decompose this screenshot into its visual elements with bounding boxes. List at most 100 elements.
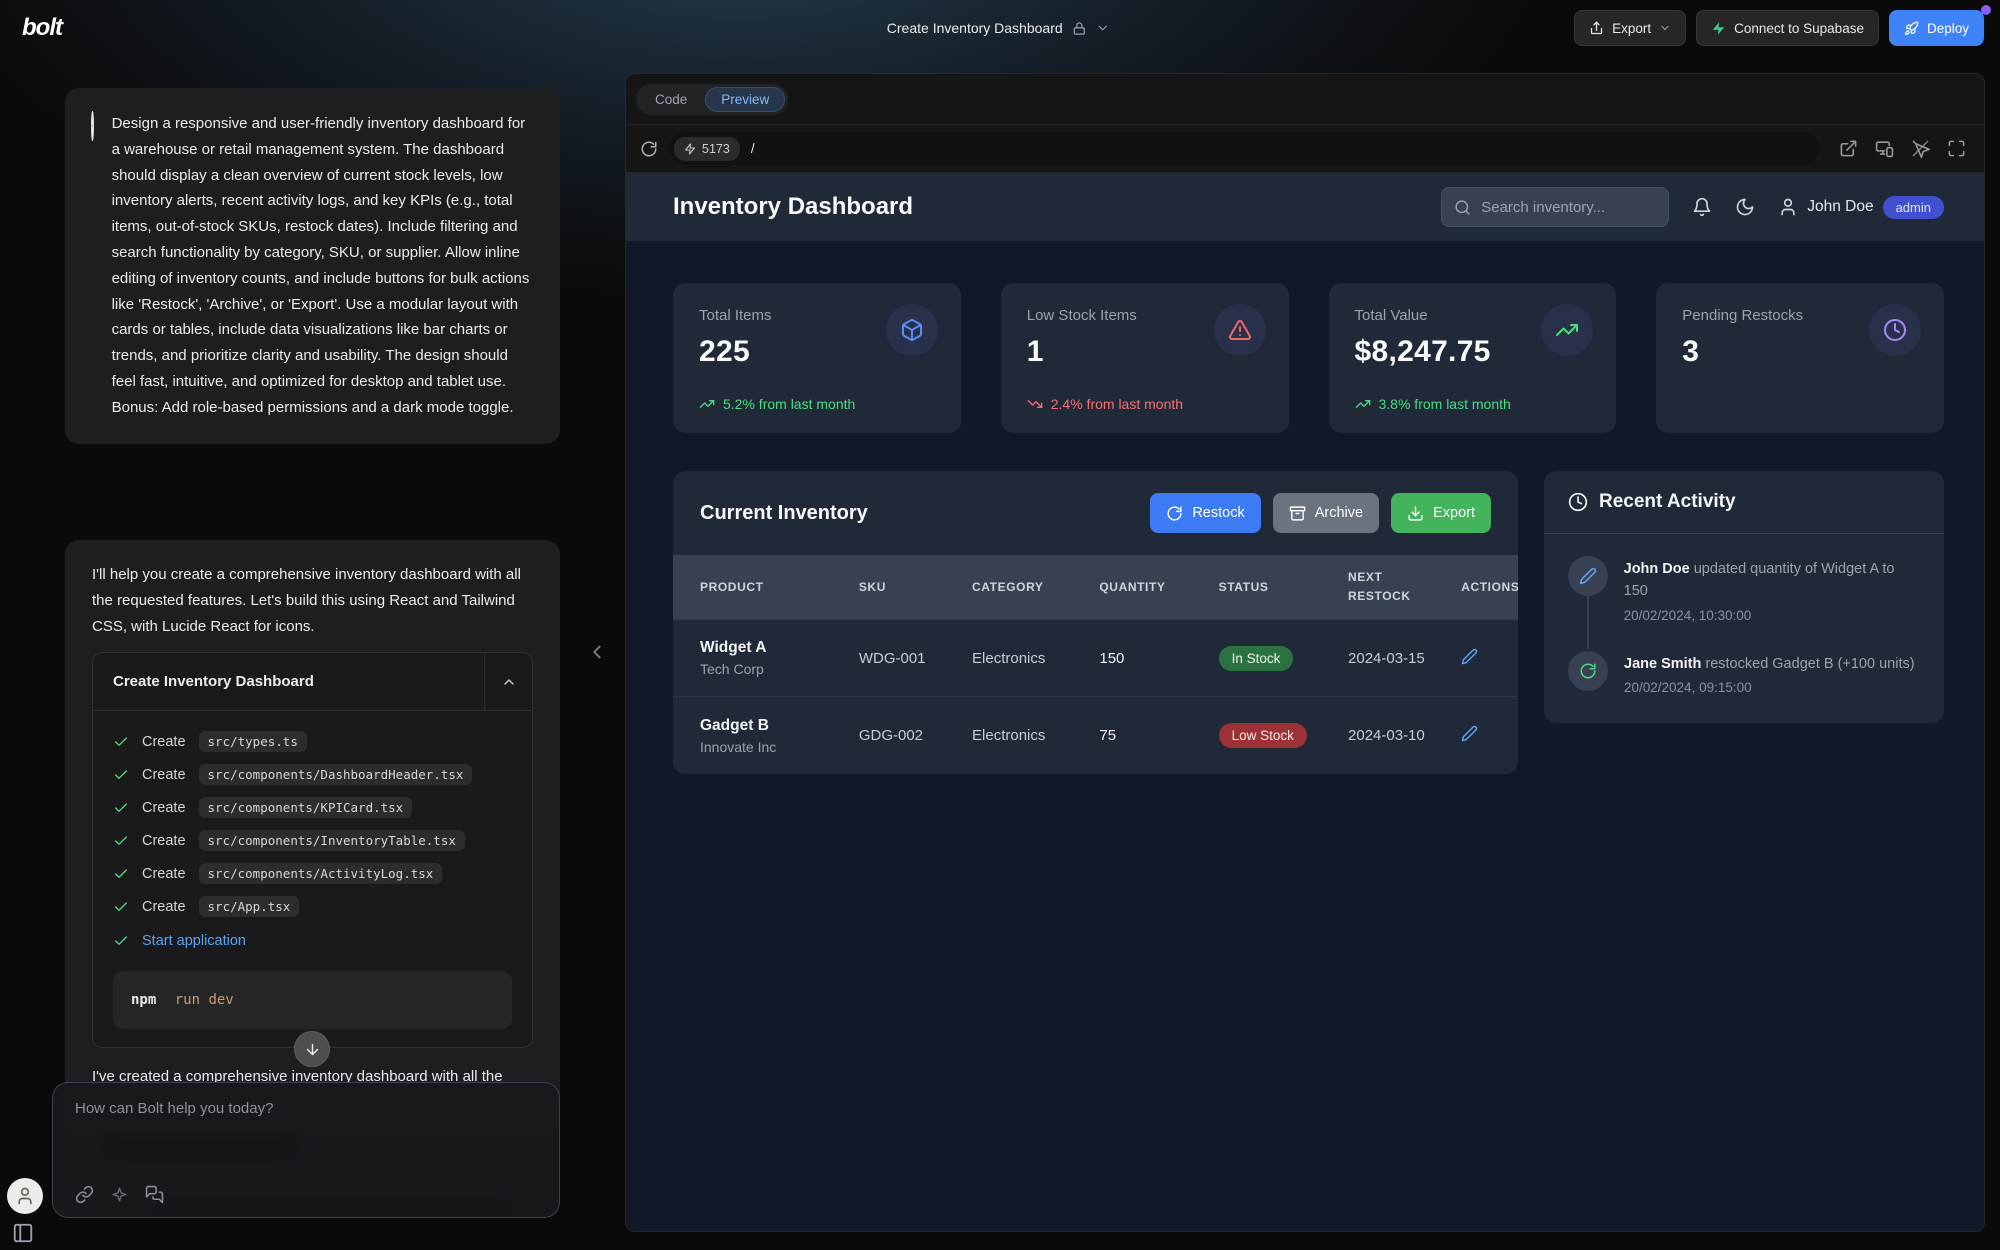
quantity-cell[interactable]: 150 [1085, 620, 1204, 697]
table-header: PRODUCT SKU CATEGORY QUANTITY STATUS NEX… [673, 555, 1518, 620]
activity-title: Recent Activity [1599, 491, 1736, 513]
trending-up-icon [1555, 318, 1579, 342]
fullscreen-icon[interactable] [1947, 139, 1966, 158]
check-icon [113, 899, 129, 915]
moon-icon[interactable] [1735, 197, 1755, 217]
sparkles-icon[interactable] [111, 1185, 128, 1204]
share-icon [1589, 21, 1604, 36]
status-badge: Low Stock [1219, 723, 1307, 748]
column-status: STATUS [1205, 555, 1334, 620]
search-icon [1454, 199, 1471, 216]
column-category: CATEGORY [958, 555, 1085, 620]
search-input[interactable] [1481, 199, 1656, 216]
status-badge: In Stock [1219, 646, 1294, 671]
edit-pencil-icon[interactable] [1461, 725, 1478, 742]
bell-icon[interactable] [1692, 197, 1712, 217]
collapse-chat-handle[interactable] [586, 641, 608, 663]
url-input[interactable]: 5173 / [669, 132, 1820, 165]
column-next-restock: NEXT RESTOCK [1334, 555, 1447, 620]
kpi-trend-text: 2.4% from last month [1051, 396, 1183, 412]
tab-code[interactable]: Code [639, 87, 703, 112]
package-icon [900, 318, 924, 342]
pencil-icon [1579, 567, 1597, 585]
activity-header: Recent Activity [1544, 471, 1944, 534]
supabase-zap-icon [1711, 21, 1726, 36]
deploy-label: Deploy [1927, 21, 1969, 36]
export-label: Export [1612, 21, 1651, 36]
chevron-up-icon [501, 674, 517, 690]
artifact-step: Create src/App.tsx [113, 890, 512, 923]
url-bar-row: 5173 / [626, 124, 1984, 173]
category-cell: Electronics [958, 697, 1085, 774]
app-body: Total Items 225 5.2% from last month [626, 241, 1984, 774]
rocket-icon [1904, 21, 1919, 36]
activity-card: Recent Activity [1544, 471, 1944, 723]
artifact-header: Create Inventory Dashboard [93, 653, 532, 711]
chat-input-field[interactable] [75, 1100, 537, 1162]
next-restock-cell: 2024-03-10 [1334, 697, 1447, 774]
kpi-icon-circle [1214, 304, 1266, 356]
restock-label: Restock [1192, 505, 1244, 521]
kpi-icon-circle [1869, 304, 1921, 356]
inspector-cursor-icon[interactable] [1911, 139, 1930, 158]
edit-pencil-icon[interactable] [1461, 648, 1478, 665]
app-title: Inventory Dashboard [673, 193, 913, 221]
start-application-link[interactable]: Start application [142, 933, 246, 949]
export-data-label: Export [1433, 505, 1475, 521]
scroll-down-button[interactable] [294, 1031, 330, 1067]
restock-button[interactable]: Restock [1150, 493, 1260, 533]
alert-triangle-icon [1228, 318, 1252, 342]
activity-icon-circle [1568, 556, 1608, 596]
panel-left-icon[interactable] [12, 1222, 34, 1244]
clock-icon [1568, 492, 1588, 512]
account-avatar[interactable] [7, 1178, 43, 1214]
check-icon [113, 800, 129, 816]
kpi-card: Low Stock Items 1 2.4% from last month [1001, 283, 1289, 433]
step-action: Create [142, 767, 186, 783]
refresh-icon[interactable] [640, 140, 658, 158]
lock-icon [1072, 21, 1087, 36]
trend-up-icon [699, 396, 715, 412]
chat-panel: Design a responsive and user-friendly in… [0, 56, 625, 1250]
quantity-cell[interactable]: 75 [1085, 697, 1204, 774]
deploy-button[interactable]: Deploy [1889, 10, 1984, 46]
artifact-collapse-button[interactable] [484, 653, 532, 710]
user-message: Design a responsive and user-friendly in… [65, 88, 560, 444]
refresh-icon [1579, 662, 1597, 680]
app-header: Inventory Dashboard [626, 173, 1984, 241]
top-bar-actions: Export Connect to Supabase Deploy [1574, 10, 1984, 46]
table-row: Widget A Tech Corp WDG-001 Electronics 1… [673, 620, 1518, 697]
clock-icon [1883, 318, 1907, 342]
screen: bolt Create Inventory Dashboard Export [0, 0, 2000, 1250]
port-chip[interactable]: 5173 [674, 137, 740, 161]
user-menu[interactable]: John Doe admin [1778, 196, 1944, 219]
activity-timestamp: 20/02/2024, 09:15:00 [1624, 680, 1915, 695]
step-file-chip: src/components/DashboardHeader.tsx [199, 764, 473, 785]
chat-input-box[interactable] [52, 1082, 560, 1218]
chevron-down-icon [1659, 22, 1671, 34]
chat-bubbles-icon[interactable] [145, 1185, 164, 1204]
inventory-search[interactable] [1441, 187, 1669, 227]
external-link-icon[interactable] [1839, 139, 1858, 158]
product-supplier: Innovate Inc [700, 739, 831, 755]
devices-icon[interactable] [1875, 139, 1894, 158]
check-icon [113, 866, 129, 882]
archive-button[interactable]: Archive [1273, 493, 1379, 533]
export-data-button[interactable]: Export [1391, 493, 1491, 533]
product-name: Widget A [700, 639, 831, 657]
check-icon [113, 767, 129, 783]
project-title-menu[interactable]: Create Inventory Dashboard [887, 20, 1110, 36]
activity-text: Jane Smith restocked Gadget B (+100 unit… [1624, 651, 1915, 675]
product-name: Gadget B [700, 717, 831, 735]
connect-supabase-button[interactable]: Connect to Supabase [1696, 10, 1879, 46]
table-body: Widget A Tech Corp WDG-001 Electronics 1… [673, 620, 1518, 774]
export-button[interactable]: Export [1574, 10, 1686, 46]
inventory-card: Current Inventory Restock [673, 471, 1518, 774]
link-icon[interactable] [75, 1185, 94, 1204]
tab-preview[interactable]: Preview [705, 87, 785, 112]
check-icon [113, 833, 129, 849]
kpi-trend-text: 3.8% from last month [1379, 396, 1511, 412]
column-quantity: QUANTITY [1085, 555, 1204, 620]
activity-item: Jane Smith restocked Gadget B (+100 unit… [1568, 651, 1920, 719]
main-grid: Current Inventory Restock [673, 471, 1944, 774]
